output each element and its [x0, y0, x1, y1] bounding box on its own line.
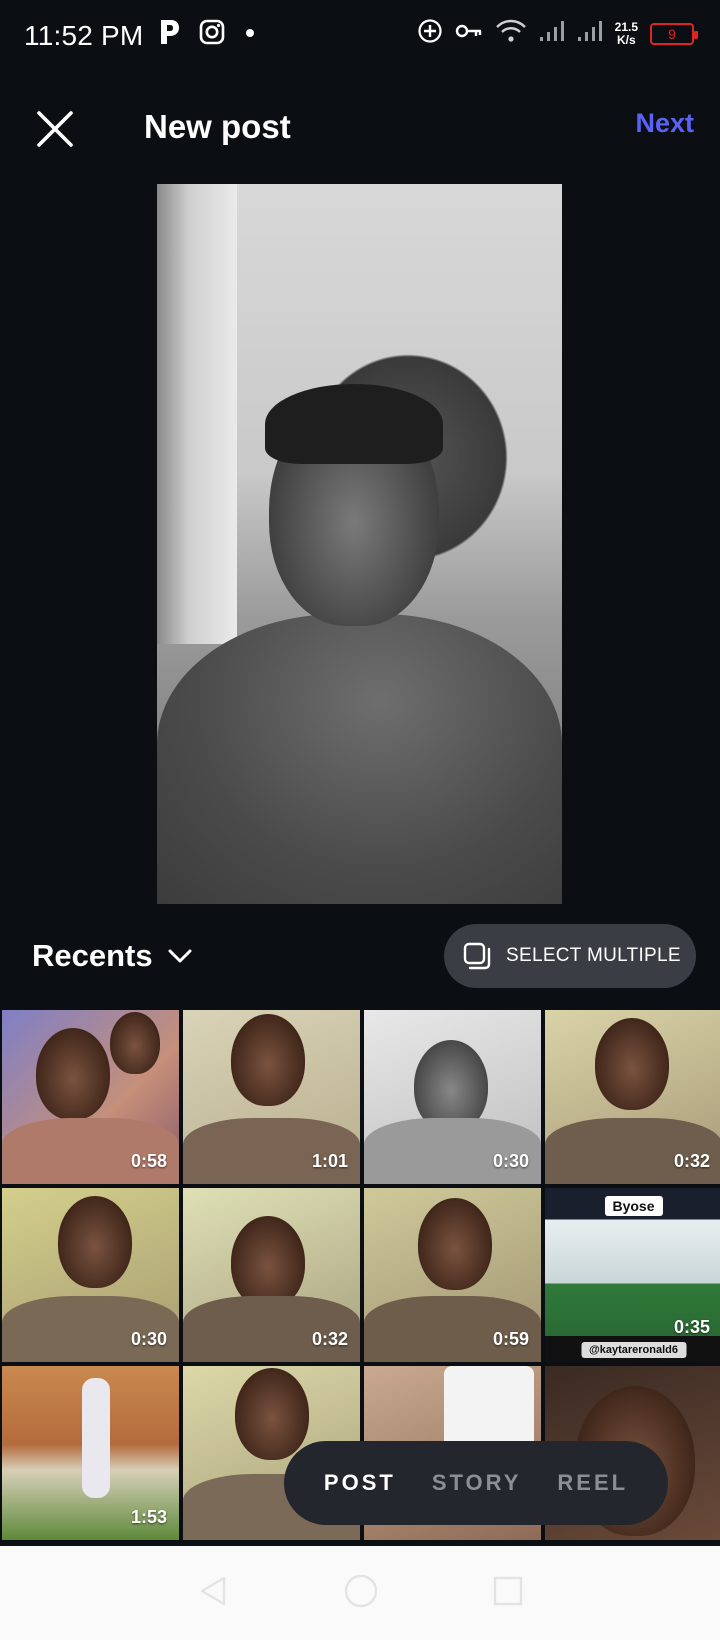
battery-level: 9	[668, 25, 676, 42]
media-thumbnail[interactable]: 0:32	[545, 1010, 720, 1184]
signal-icon	[539, 19, 565, 48]
mode-post[interactable]: POST	[324, 1470, 396, 1496]
thumbnail-face	[595, 1018, 669, 1110]
recents-icon[interactable]	[492, 1575, 524, 1612]
page-title: New post	[144, 108, 291, 145]
thumbnail-face	[110, 1012, 160, 1074]
status-bar: 11:52 PM 21.5 K/s 9	[0, 0, 720, 76]
status-right-icons: 21.5 K/s 9	[417, 18, 698, 49]
media-thumbnail[interactable]: 1:01	[183, 1010, 360, 1184]
signal-icon-2	[577, 19, 603, 48]
video-duration: 0:32	[673, 1151, 710, 1171]
video-duration: 0:58	[130, 1151, 167, 1171]
media-thumbnail[interactable]: 0:32	[183, 1188, 360, 1362]
album-label: Recents	[32, 938, 153, 973]
network-speed: 21.5 K/s	[614, 19, 638, 47]
instagram-icon	[198, 18, 226, 51]
media-thumbnail[interactable]: 1:53	[2, 1366, 179, 1540]
thumbnail-face	[231, 1216, 305, 1308]
network-speed-unit: K/s	[616, 32, 636, 47]
mode-story[interactable]: STORY	[432, 1470, 522, 1496]
multi-select-icon	[463, 942, 491, 970]
video-duration: 0:35	[673, 1317, 710, 1337]
media-thumbnail[interactable]: Byose @kaytareronald6 0:35	[545, 1188, 720, 1362]
thumbnail-face	[418, 1198, 492, 1290]
thumbnail-face	[36, 1028, 110, 1120]
video-duration: 1:01	[311, 1151, 348, 1171]
dot-icon	[244, 26, 256, 44]
key-icon	[455, 21, 483, 46]
preview-subject-hair	[265, 384, 443, 464]
thumbnail-face	[235, 1368, 309, 1460]
video-duration: 0:30	[492, 1151, 529, 1171]
select-multiple-button[interactable]: SELECT MULTIPLE	[444, 924, 696, 988]
status-time: 11:52 PM	[24, 20, 144, 51]
media-thumbnail[interactable]: 0:58	[2, 1010, 179, 1184]
thumbnail-top-label: Byose	[604, 1196, 663, 1216]
preview-subject-body	[157, 614, 562, 904]
system-nav-bar	[0, 1546, 720, 1640]
p-app-icon	[158, 18, 180, 51]
close-button[interactable]	[30, 104, 80, 154]
album-selector[interactable]: Recents	[32, 938, 193, 974]
home-icon[interactable]	[343, 1573, 379, 1614]
video-duration: 0:30	[130, 1329, 167, 1349]
video-duration: 0:32	[311, 1329, 348, 1349]
video-duration: 0:59	[492, 1329, 529, 1349]
wifi-icon	[495, 18, 527, 49]
add-circle-icon	[417, 18, 443, 49]
media-thumbnail[interactable]: 0:30	[364, 1010, 541, 1184]
mode-switcher: POST STORY REEL	[284, 1441, 668, 1525]
top-bar: New post Next	[0, 80, 720, 176]
back-icon[interactable]	[196, 1574, 230, 1613]
media-thumbnail[interactable]: 0:30	[2, 1188, 179, 1362]
select-multiple-label: SELECT MULTIPLE	[506, 945, 681, 966]
status-left-icons	[158, 18, 256, 51]
thumbnail-face	[58, 1196, 132, 1288]
chevron-down-icon	[168, 949, 192, 963]
media-thumbnail[interactable]: 0:59	[364, 1188, 541, 1362]
selected-media-preview[interactable]	[157, 184, 562, 904]
video-duration: 1:53	[130, 1507, 167, 1527]
next-button[interactable]: Next	[635, 108, 694, 139]
thumbnail-face	[231, 1014, 305, 1106]
preview-background-curtain	[157, 184, 237, 644]
battery-icon: 9	[650, 22, 698, 45]
thumbnail-person	[82, 1378, 110, 1498]
thumbnail-bottom-label: @kaytareronald6	[581, 1342, 686, 1358]
mode-reel[interactable]: REEL	[557, 1470, 628, 1496]
close-icon	[37, 111, 73, 147]
network-speed-value: 21.5	[614, 19, 638, 34]
